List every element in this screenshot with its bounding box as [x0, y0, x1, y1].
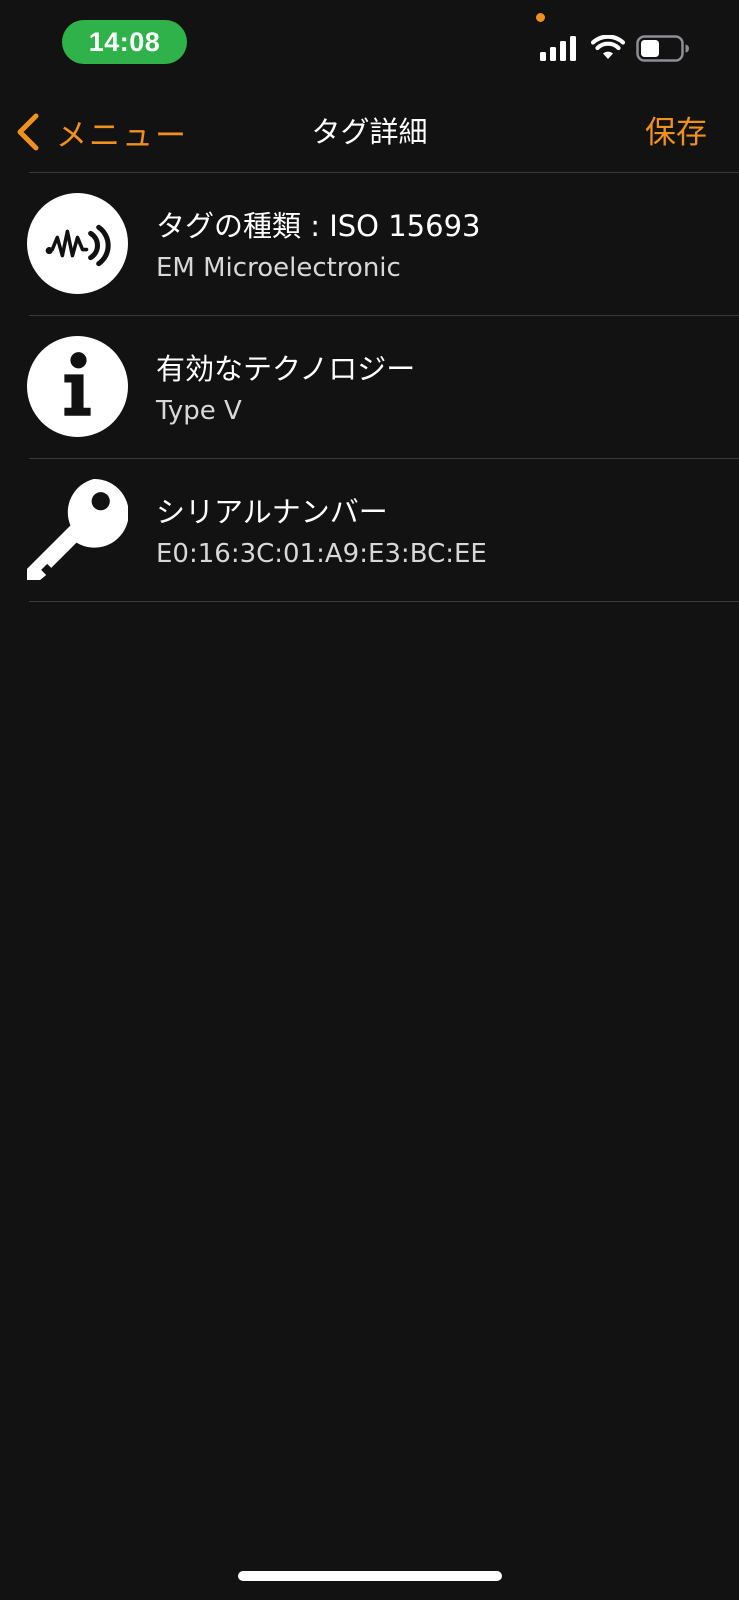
nfc-wave-icon [27, 193, 128, 294]
list-item-serial-number[interactable]: シリアルナンバー E0:16:3C:01:A9:E3:BC:EE [0, 459, 739, 601]
key-icon [27, 479, 128, 580]
home-indicator[interactable] [238, 1571, 502, 1581]
save-button[interactable]: 保存 [645, 107, 707, 152]
list-item-technology[interactable]: 有効なテクノロジー Type V [0, 316, 739, 458]
separator [29, 601, 739, 602]
serial-number-title: シリアルナンバー [156, 495, 388, 529]
serial-number-value: E0:16:3C:01:A9:E3:BC:EE [156, 539, 487, 569]
tag-type-value: EM Microelectronic [156, 253, 401, 283]
list-item-tag-type[interactable]: タグの種類 : ISO 15693 EM Microelectronic [0, 173, 739, 315]
wifi-icon [591, 35, 625, 59]
tag-type-title: タグの種類 : ISO 15693 [156, 209, 481, 243]
status-bar: 14:08 [0, 0, 739, 90]
battery-icon [636, 35, 689, 62]
status-time[interactable]: 14:08 [62, 20, 187, 64]
signal-icon [540, 36, 576, 61]
tag-detail-list: タグの種類 : ISO 15693 EM Microelectronic 有効な… [0, 172, 739, 602]
privacy-indicator-dot [536, 13, 545, 22]
technology-value: Type V [156, 396, 242, 426]
navigation-bar: メニュー タグ詳細 保存 [0, 95, 739, 170]
technology-title: 有効なテクノロジー [156, 352, 416, 386]
page-title: タグ詳細 [311, 115, 428, 149]
info-icon [27, 336, 128, 437]
